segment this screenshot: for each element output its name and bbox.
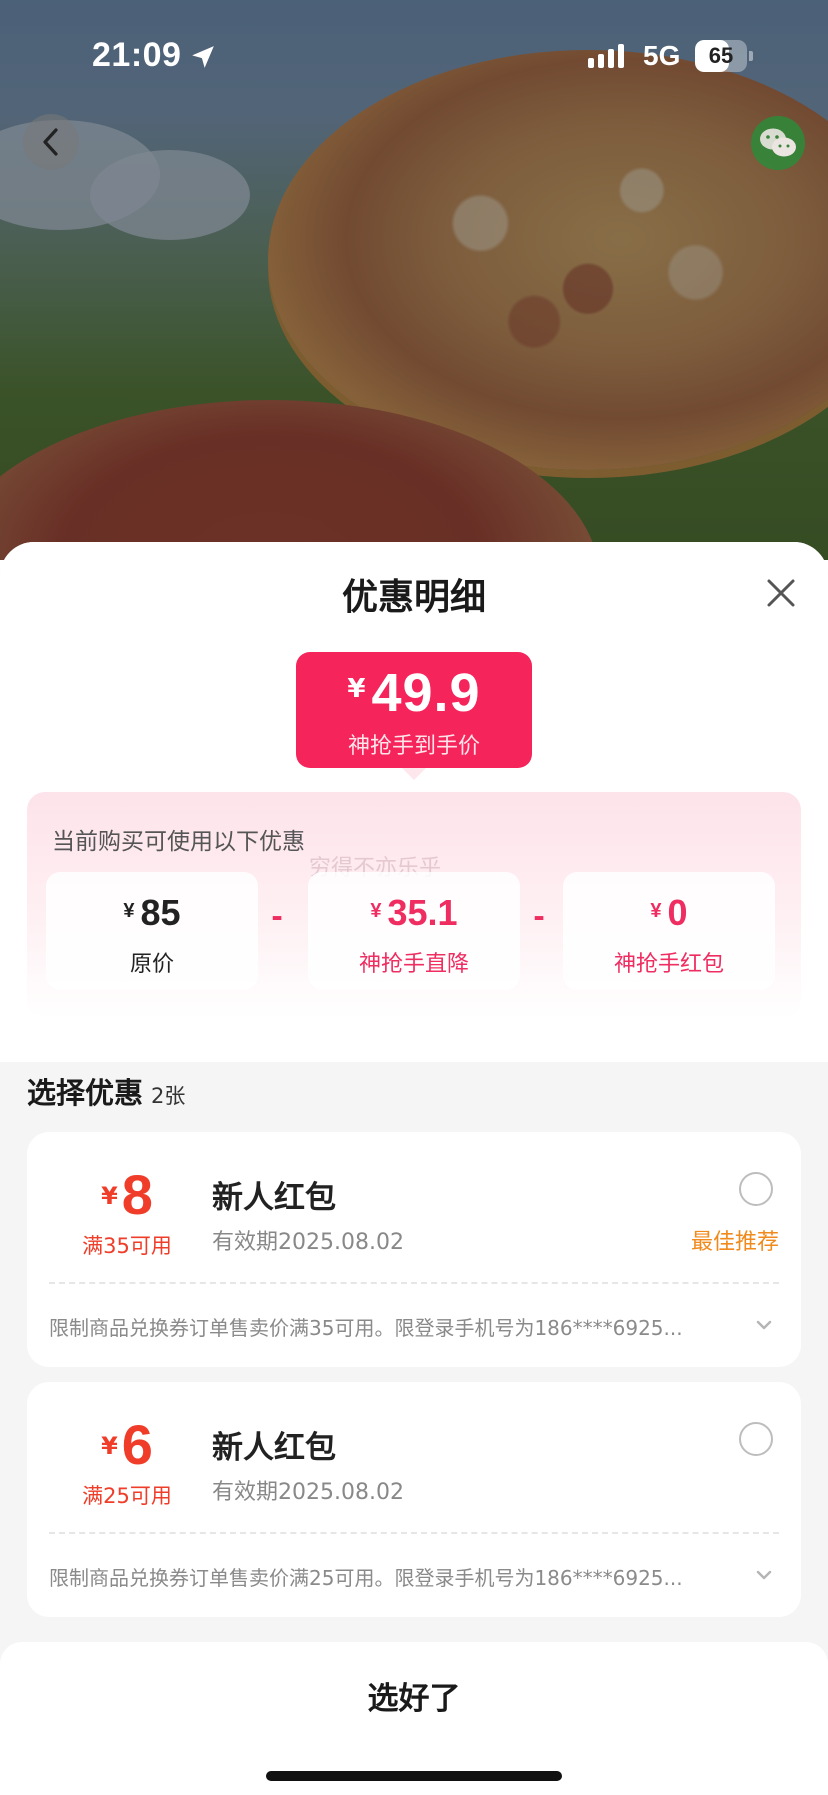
coupon-select-radio[interactable] (739, 1422, 773, 1456)
original-price-card: ¥85 原价 (46, 872, 258, 990)
final-price-label: 神抢手到手价 (347, 734, 480, 759)
red-packet-label: 神抢手红包 (613, 952, 724, 977)
dashed-divider (49, 1282, 779, 1284)
coupon-validity: 有效期2025.08.02 (212, 1480, 404, 1505)
coupon-title: 新人红包 (212, 1430, 336, 1466)
sheet-title: 优惠明细 (341, 577, 486, 618)
coupon-card[interactable]: ¥6 满25可用 新人红包 有效期2025.08.02 限制商品兑换券订单售卖价… (27, 1382, 801, 1617)
status-bar: 21:09 5G 65 (0, 0, 828, 116)
red-packet-value: 0 (667, 892, 688, 933)
price-breakdown-panel: 当前购买可使用以下优惠 穷得不亦乐乎 ¥85 原价 - ¥35.1 神抢手直降 … (27, 792, 801, 1018)
close-icon (767, 579, 795, 607)
coupon-validity: 有效期2025.08.02 (212, 1230, 404, 1255)
select-coupon-heading: 选择优惠 2张 (27, 1076, 186, 1110)
discount-detail-sheet: 优惠明细 ¥49.9 神抢手到手价 当前购买可使用以下优惠 穷得不亦乐乎 ¥85… (0, 542, 828, 1795)
confirm-button[interactable]: 选好了 (0, 1664, 828, 1734)
coupon-select-radio[interactable] (739, 1172, 773, 1206)
final-price: 49.9 (371, 663, 481, 723)
original-price-label: 原价 (129, 952, 174, 977)
best-recommend-tag: 最佳推荐 (690, 1230, 779, 1255)
coupon-description: 限制商品兑换券订单售卖价满25可用。限登录手机号为186****6925... (49, 1566, 683, 1590)
network-type: 5G (643, 40, 681, 71)
bottom-action-bar: 选好了 (0, 1642, 828, 1795)
status-time: 21:09 (92, 36, 182, 74)
final-price-badge: ¥49.9 神抢手到手价 (296, 652, 532, 780)
coupon-count: 2张 (151, 1084, 186, 1108)
original-price-value: 85 (140, 892, 181, 933)
coupon-title: 新人红包 (212, 1180, 336, 1216)
coupon-amount: ¥8 (101, 1163, 153, 1226)
coupon-description: 限制商品兑换券订单售卖价满35可用。限登录手机号为186****6925... (49, 1316, 683, 1340)
battery-icon: 65 (695, 40, 753, 72)
coupon-condition: 满35可用 (82, 1234, 172, 1258)
cellular-signal-icon (588, 44, 624, 68)
breakdown-title: 当前购买可使用以下优惠 (52, 829, 305, 855)
direct-discount-card: ¥35.1 神抢手直降 (308, 872, 520, 990)
close-button[interactable] (758, 570, 804, 616)
coupon-amount: ¥6 (101, 1413, 153, 1476)
currency-symbol: ¥ (347, 674, 366, 704)
wechat-icon (760, 128, 796, 157)
location-arrow-icon (192, 46, 214, 68)
dashed-divider (49, 1532, 779, 1534)
home-indicator (266, 1771, 562, 1781)
chevron-down-icon[interactable] (753, 1566, 775, 1584)
coupon-card[interactable]: ¥8 满35可用 新人红包 有效期2025.08.02 最佳推荐 限制商品兑换券… (27, 1132, 801, 1367)
direct-discount-value: 35.1 (387, 892, 458, 933)
red-packet-card: ¥0 神抢手红包 (563, 872, 775, 990)
chevron-down-icon[interactable] (753, 1316, 775, 1334)
battery-percent: 65 (708, 43, 734, 68)
chevron-left-icon (43, 128, 58, 156)
minus-sign: - (271, 900, 283, 933)
minus-sign: - (533, 900, 545, 933)
direct-discount-label: 神抢手直降 (358, 952, 469, 977)
coupon-condition: 满25可用 (82, 1484, 172, 1508)
wechat-share-button[interactable] (751, 116, 805, 170)
back-button[interactable] (23, 114, 79, 170)
